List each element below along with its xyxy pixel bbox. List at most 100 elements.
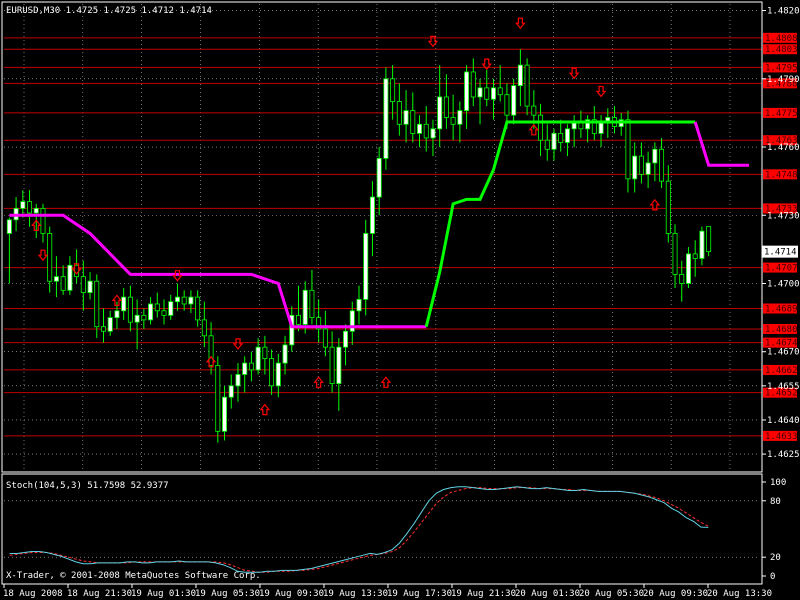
candle-body xyxy=(336,346,342,384)
time-tick-label: 18 Aug 21:30 xyxy=(67,589,132,599)
candle-body xyxy=(356,299,362,312)
candle-body xyxy=(376,157,382,198)
level-label: 1.4795 xyxy=(765,63,798,73)
candle-body xyxy=(390,78,396,102)
time-tick-label: 19 Aug 21:30 xyxy=(451,589,516,599)
current-price-label: 1.4714 xyxy=(764,248,797,258)
candle-body xyxy=(134,314,140,323)
candle-body xyxy=(60,276,66,291)
stoch-tick-label: 100 xyxy=(770,478,786,488)
candle-body xyxy=(6,219,12,234)
candle-body xyxy=(302,289,308,325)
candle-body xyxy=(174,296,180,303)
stoch-tick-label: 80 xyxy=(770,497,781,507)
candle-body xyxy=(47,233,53,282)
price-tick-label: 1.4670 xyxy=(767,348,800,358)
candle-body xyxy=(181,296,187,305)
candle-body xyxy=(564,128,570,143)
candle-body xyxy=(67,264,73,291)
candle-body xyxy=(282,344,288,364)
time-tick-label: 18 Aug 2008 xyxy=(3,589,63,599)
symbol-info: EURUSD,M30 1.4725 1.4725 1.4712 1.4714 xyxy=(6,6,212,16)
candle-body xyxy=(296,314,301,325)
price-tick-label: 1.4625 xyxy=(767,450,800,460)
candle-body xyxy=(208,335,214,366)
candle-body xyxy=(551,132,557,150)
candle-body xyxy=(665,180,671,234)
candle-body xyxy=(154,303,160,312)
candle-body xyxy=(417,123,422,134)
candle-body xyxy=(87,280,93,293)
candle-body xyxy=(477,87,483,98)
time-tick-label: 19 Aug 13:30 xyxy=(323,589,388,599)
level-label: 1.4633 xyxy=(765,432,798,442)
candle-body xyxy=(228,385,234,398)
candle-body xyxy=(692,253,698,259)
candle-body xyxy=(490,87,496,100)
candle-body xyxy=(269,358,275,387)
candle-body xyxy=(410,110,416,134)
watermark: X-Trader, © 2001-2008 MetaQuotes Softwar… xyxy=(6,571,261,581)
candle-body xyxy=(235,374,241,387)
candle-body xyxy=(363,233,369,300)
price-tick-label: 1.4640 xyxy=(767,416,800,426)
price-tick-label: 1.4760 xyxy=(767,143,800,153)
candle-body xyxy=(148,303,154,321)
time-tick-label: 19 Aug 09:30 xyxy=(259,589,324,599)
candle-body xyxy=(511,85,517,116)
level-label: 1.4680 xyxy=(765,325,798,335)
candle-body xyxy=(168,301,174,316)
candle-body xyxy=(645,162,651,175)
candle-body xyxy=(121,296,127,312)
candle-body xyxy=(20,201,26,209)
candle-body xyxy=(430,128,436,139)
candle-body xyxy=(504,94,510,116)
candle-body xyxy=(470,71,476,98)
candle-body xyxy=(215,364,221,432)
candle-body xyxy=(423,123,429,139)
level-label: 1.4775 xyxy=(765,109,798,119)
candle-body xyxy=(706,226,712,253)
time-tick-label: 19 Aug 01:30 xyxy=(131,589,196,599)
chart-canvas: 1.48081.48031.47951.47881.47751.47631.47… xyxy=(0,0,800,600)
candle-body xyxy=(343,330,349,348)
candle-body xyxy=(248,362,254,371)
candle-body xyxy=(94,280,100,328)
candle-body xyxy=(40,208,46,234)
time-tick-label: 20 Aug 09:30 xyxy=(643,589,708,599)
candle-body xyxy=(625,119,631,180)
candle-body xyxy=(685,253,691,284)
candle-body xyxy=(598,121,604,134)
time-tick-label: 20 Aug 01:30 xyxy=(515,589,580,599)
candle-body xyxy=(437,96,443,130)
candle-body xyxy=(188,296,194,305)
candle-body xyxy=(161,310,167,316)
price-tick-label: 1.4730 xyxy=(767,211,800,221)
candle-body xyxy=(33,208,39,214)
price-tick-label: 1.4820 xyxy=(767,7,800,17)
level-label: 1.4707 xyxy=(765,264,798,274)
candle-body xyxy=(53,276,59,282)
candle-body xyxy=(101,326,106,332)
time-tick-label: 19 Aug 17:30 xyxy=(387,589,452,599)
candle-body xyxy=(255,346,261,371)
stoch-tick-label: 0 xyxy=(770,572,775,582)
candle-body xyxy=(201,319,207,337)
level-label: 1.4662 xyxy=(765,366,798,376)
candle-body xyxy=(309,289,315,319)
candle-body xyxy=(517,64,523,87)
price-tick-label: 1.4790 xyxy=(767,75,800,85)
candle-body xyxy=(222,396,228,432)
candle-body xyxy=(672,233,678,275)
indicator-title: Stoch(104,5,3) 51.7598 52.9377 xyxy=(6,481,169,491)
candle-body xyxy=(450,117,456,125)
candle-body xyxy=(558,132,564,143)
candle-body xyxy=(396,101,402,125)
level-label: 1.4689 xyxy=(765,305,798,315)
candle-body xyxy=(80,276,86,293)
level-label: 1.4748 xyxy=(765,170,798,180)
candle-body xyxy=(127,296,133,323)
candle-body xyxy=(497,87,503,96)
candle-body xyxy=(195,296,201,321)
candle-body xyxy=(27,201,33,214)
